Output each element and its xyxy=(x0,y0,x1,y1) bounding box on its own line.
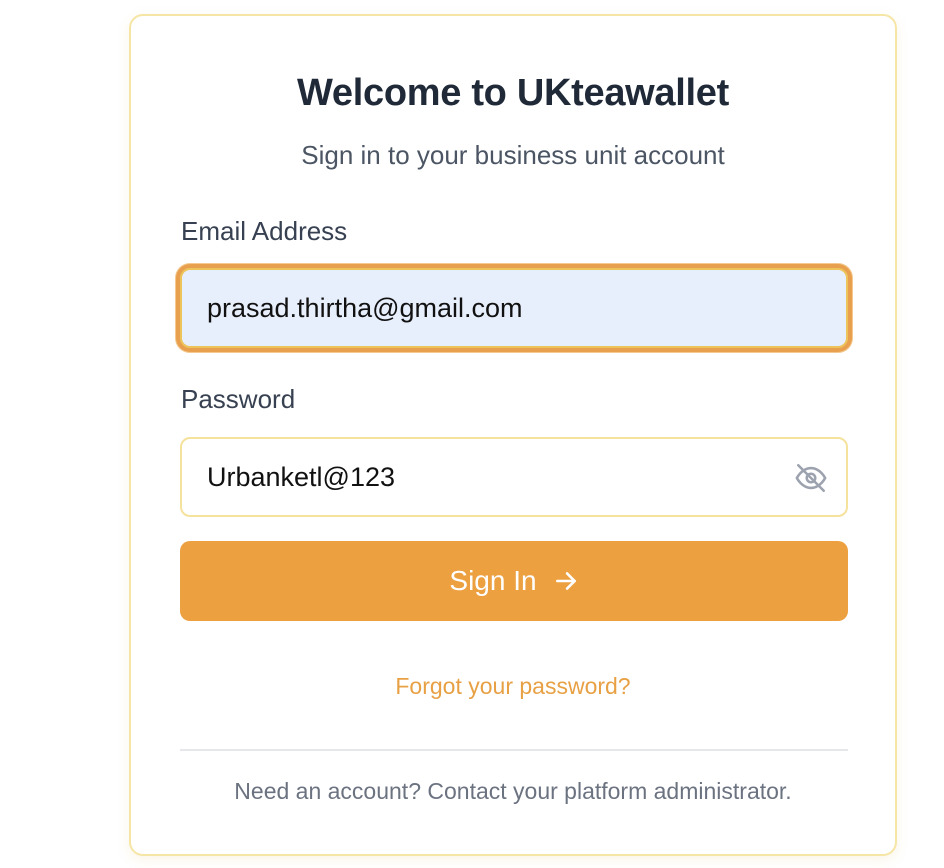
password-field[interactable]: Urbanketl@123 xyxy=(180,437,848,517)
footer-note: Need an account? Contact your platform a… xyxy=(234,778,792,804)
sign-in-button[interactable]: Sign In xyxy=(180,541,848,621)
page-title: Welcome to UKteawallet xyxy=(297,72,729,114)
page-subtitle: Sign in to your business unit account xyxy=(301,140,725,170)
email-field[interactable]: prasad.thirtha@gmail.com xyxy=(180,268,848,348)
login-card: Welcome to UKteawallet Sign in to your b… xyxy=(129,14,897,856)
forgot-password-link[interactable]: Forgot your password? xyxy=(131,673,895,700)
email-label: Email Address xyxy=(181,216,348,246)
password-label: Password xyxy=(181,384,296,414)
password-value: Urbanketl@123 xyxy=(207,461,396,492)
arrow-right-icon xyxy=(555,572,576,590)
sign-in-label: Sign In xyxy=(449,565,537,596)
email-value: prasad.thirtha@gmail.com xyxy=(207,292,523,323)
eye-off-icon[interactable] xyxy=(794,461,828,495)
divider xyxy=(180,749,848,751)
